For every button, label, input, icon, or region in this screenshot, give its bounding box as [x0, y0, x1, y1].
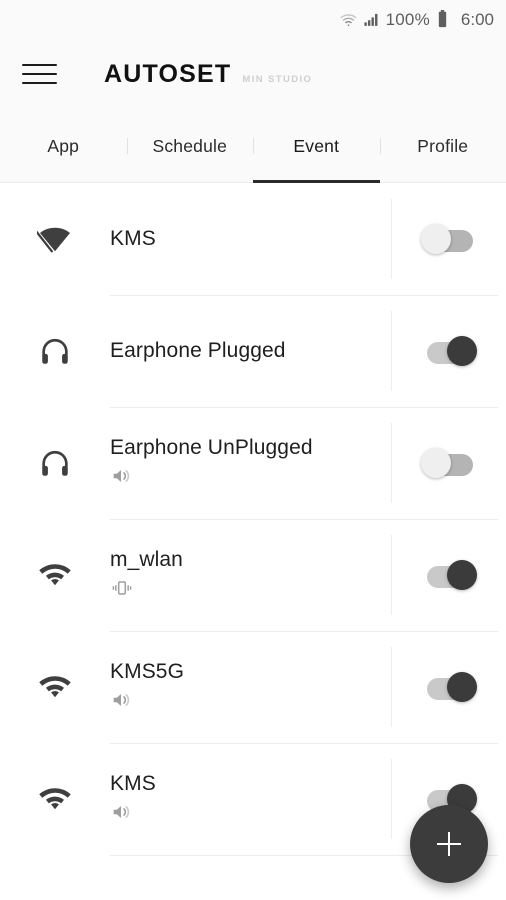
event-toggle-cell [391, 407, 506, 519]
wifi-icon [340, 11, 357, 28]
status-bar: 100% 6:00 [0, 0, 506, 38]
event-row[interactable]: KMS5G [0, 631, 506, 743]
event-row-body: KMS5G [110, 659, 391, 713]
cellular-signal-icon [363, 11, 380, 28]
event-toggle[interactable] [421, 336, 477, 366]
volume-up-icon [110, 801, 132, 828]
event-action-icons [110, 691, 379, 713]
tab-label: Profile [417, 135, 469, 156]
event-list: KMS Earphone Plugged Earphone UnPlugged … [0, 183, 506, 856]
event-action-icons [110, 467, 379, 489]
hamburger-bar [22, 73, 57, 75]
event-toggle[interactable] [420, 224, 477, 254]
tab-label: App [47, 135, 80, 156]
tab-app[interactable]: App [0, 110, 127, 182]
event-action-icons [110, 579, 379, 601]
hamburger-menu-icon[interactable] [22, 59, 62, 89]
toggle-thumb [420, 224, 451, 254]
headphones-icon [0, 446, 110, 480]
event-title: Earphone Plugged [110, 338, 286, 362]
tab-label: Schedule [152, 135, 228, 156]
add-event-fab[interactable] [410, 805, 488, 883]
event-row[interactable]: Earphone Plugged [0, 295, 506, 407]
event-toggle-cell [391, 295, 506, 407]
event-row-body: m_wlan [110, 547, 391, 601]
toggle-thumb [446, 672, 477, 702]
event-row-body: Earphone Plugged [110, 338, 391, 362]
event-row[interactable]: Earphone UnPlugged [0, 407, 506, 519]
event-toggle-cell [391, 519, 506, 631]
tab-bar: App Schedule Event Profile [0, 110, 506, 183]
tab-event[interactable]: Event [253, 110, 380, 183]
wifi-off-icon [0, 221, 110, 257]
toggle-thumb [420, 448, 451, 478]
battery-percent-label: 100% [385, 9, 430, 29]
event-title: KMS [110, 771, 156, 795]
app-subtitle: MIN STUDIO [242, 73, 313, 85]
event-title: KMS5G [110, 659, 185, 683]
headphones-icon [0, 334, 110, 368]
wifi-icon [0, 557, 110, 593]
tab-label: Event [293, 135, 340, 156]
event-row-body: KMS [110, 226, 391, 250]
tab-profile[interactable]: Profile [379, 110, 506, 182]
event-toggle-cell [391, 183, 506, 295]
hamburger-bar [22, 82, 57, 84]
volume-up-icon [110, 465, 132, 492]
event-title: m_wlan [110, 547, 183, 571]
tab-schedule[interactable]: Schedule [126, 110, 254, 182]
hamburger-bar [22, 64, 57, 66]
clock-label: 6:00 [460, 9, 494, 29]
toggle-thumb [446, 336, 477, 366]
volume-up-icon [110, 689, 132, 716]
status-bar-items: 100% 6:00 [340, 10, 494, 28]
event-row[interactable]: KMS [0, 183, 506, 295]
vibrate-icon [110, 577, 134, 604]
brand: AUTOSET MIN STUDIO [104, 59, 313, 88]
event-action-icons [110, 803, 379, 825]
app-title: AUTOSET [104, 59, 232, 88]
event-row-body: KMS [110, 771, 391, 825]
event-toggle-cell [391, 631, 506, 743]
plus-icon [447, 832, 451, 856]
wifi-icon [0, 669, 110, 705]
toggle-thumb [446, 560, 477, 590]
event-toggle[interactable] [420, 448, 477, 478]
event-title: KMS [110, 226, 156, 250]
app-bar: AUTOSET MIN STUDIO [0, 38, 506, 110]
battery-full-icon [436, 10, 449, 28]
event-toggle[interactable] [421, 672, 477, 702]
event-toggle[interactable] [421, 560, 477, 590]
event-title: Earphone UnPlugged [110, 435, 313, 459]
event-row-body: Earphone UnPlugged [110, 435, 391, 489]
wifi-icon [0, 781, 110, 817]
event-row[interactable]: m_wlan [0, 519, 506, 631]
